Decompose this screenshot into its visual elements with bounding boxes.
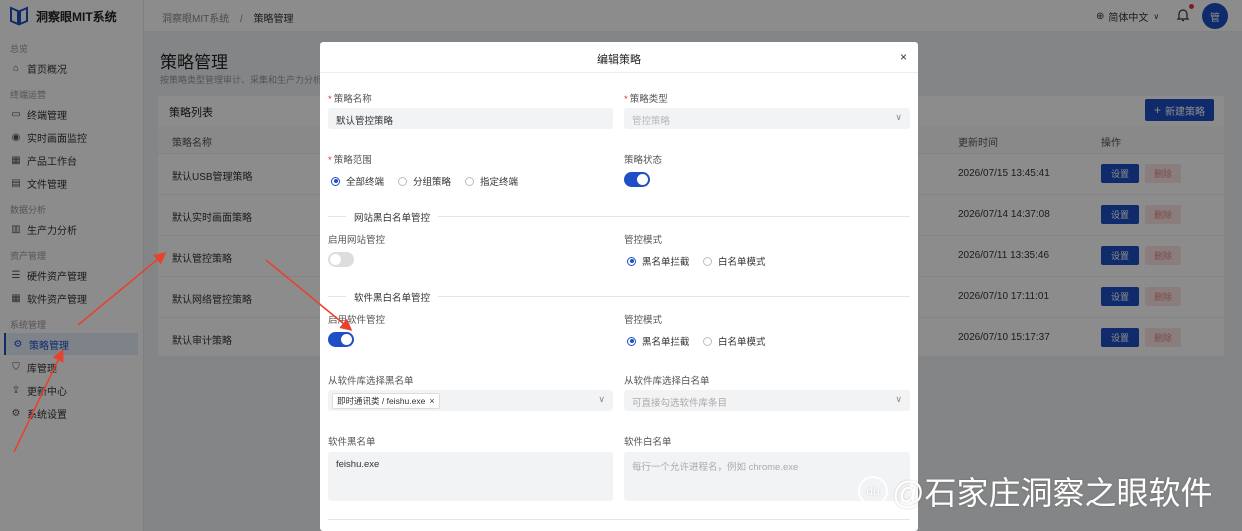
- annotation-arrow: [265, 259, 353, 331]
- annotation-arrows: [13, 252, 353, 453]
- watermark: du @石家庄洞察之眼软件: [858, 468, 1213, 514]
- annotation-arrow: [77, 252, 167, 326]
- annotation-arrow: [13, 349, 64, 453]
- watermark-logo-icon: du: [858, 476, 888, 506]
